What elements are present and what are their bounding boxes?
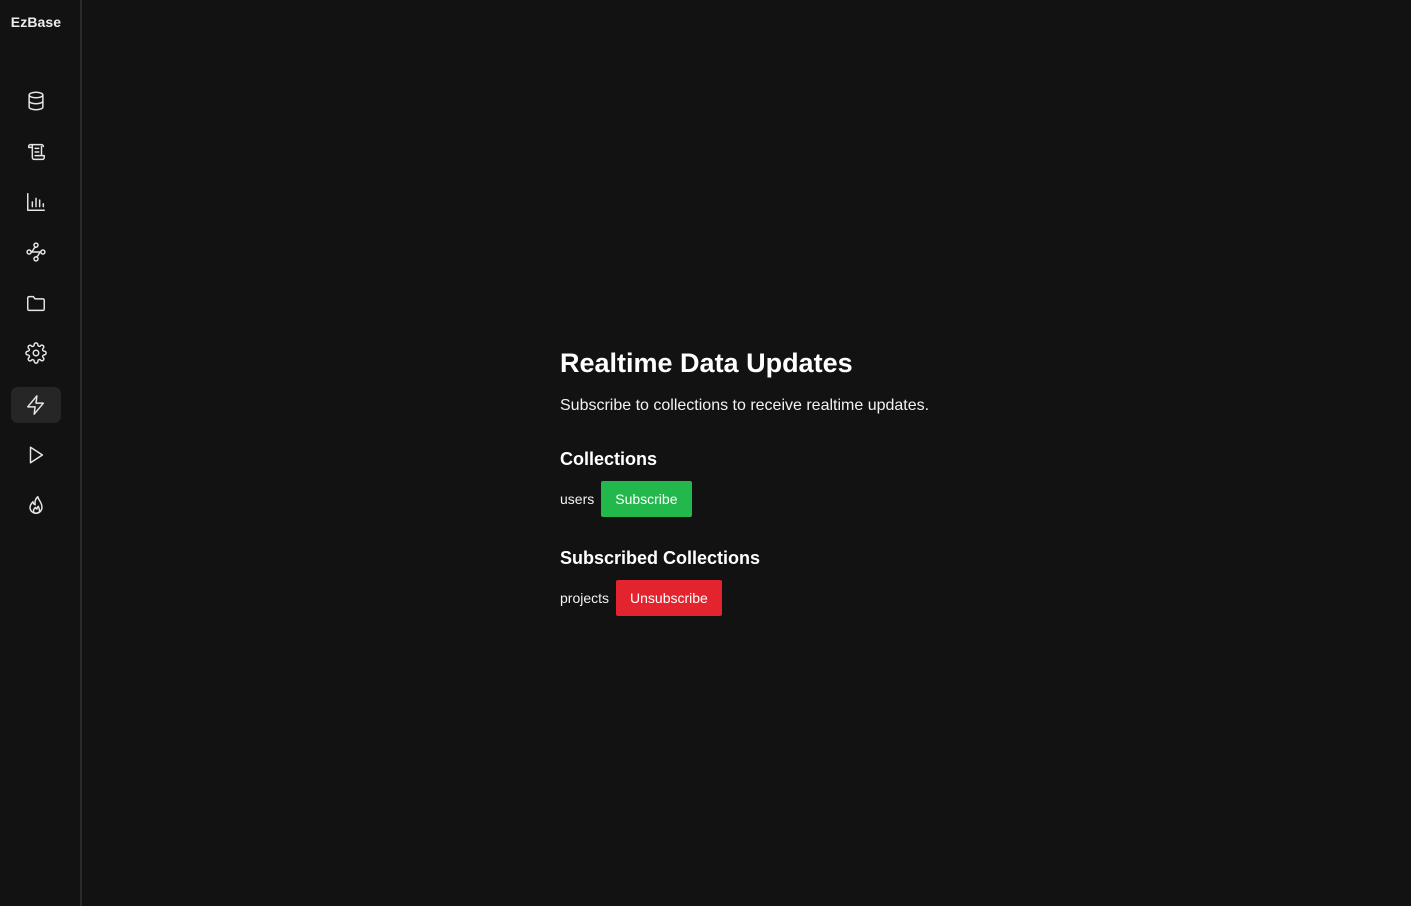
page-subtitle: Subscribe to collections to receive real… [560, 397, 930, 414]
sidebar-item-storage[interactable] [11, 285, 61, 321]
subscribed-collections-heading: Subscribed Collections [560, 548, 761, 568]
database-icon [25, 90, 47, 112]
flame-icon [25, 494, 47, 516]
gear-icon [25, 342, 47, 364]
app-root: EzBase Realtime Data Updates Subscribe t… [0, 0, 1411, 906]
page-title: Realtime Data Updates [560, 348, 853, 378]
sidebar: EzBase [0, 0, 82, 906]
collection-row: users Subscribe [560, 481, 1080, 517]
sidebar-item-settings[interactable] [11, 335, 61, 371]
collections-heading: Collections [560, 449, 658, 469]
sidebar-item-functions[interactable] [11, 437, 61, 473]
play-icon [25, 444, 47, 466]
workflow-icon [25, 241, 47, 263]
subscribed-collection-row: projects Unsubscribe [560, 580, 1080, 616]
scroll-icon [25, 141, 47, 163]
brand-logo[interactable]: EzBase [0, 14, 72, 30]
unsubscribe-button[interactable]: Unsubscribe [616, 580, 722, 616]
collection-name: users [560, 491, 595, 507]
folder-icon [25, 292, 47, 314]
sidebar-item-workflows[interactable] [11, 234, 61, 270]
lightning-icon [25, 394, 47, 416]
sidebar-item-realtime[interactable] [11, 387, 61, 423]
subscribe-button[interactable]: Subscribe [601, 481, 692, 517]
sidebar-item-analytics[interactable] [11, 184, 61, 220]
sidebar-item-database[interactable] [11, 83, 61, 119]
realtime-panel: Realtime Data Updates Subscribe to colle… [560, 346, 1080, 616]
subscribed-collection-name: projects [560, 590, 610, 606]
bar-chart-icon [25, 191, 47, 213]
sidebar-item-hot[interactable] [11, 487, 61, 523]
sidebar-item-logs[interactable] [11, 134, 61, 170]
